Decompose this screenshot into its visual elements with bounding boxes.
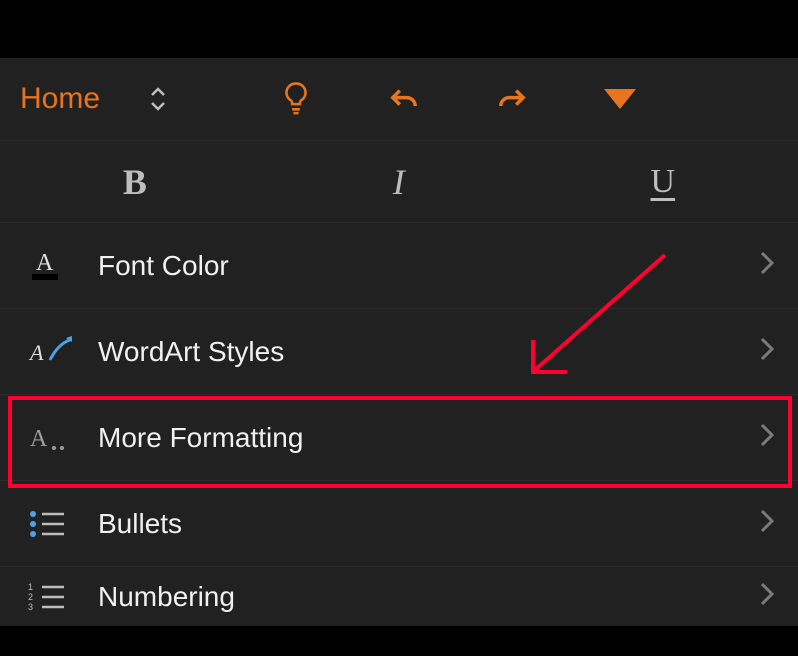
menu-item-label: Numbering <box>98 581 760 613</box>
chevron-right-icon <box>760 582 774 611</box>
redo-icon[interactable] <box>494 81 530 117</box>
chevron-right-icon <box>760 337 774 366</box>
underline-button[interactable]: U <box>651 163 676 201</box>
tab-selector[interactable]: Home <box>20 82 168 116</box>
svg-text:3: 3 <box>28 602 33 612</box>
numbering-item[interactable]: 1 2 3 Numbering <box>0 566 798 626</box>
chevron-right-icon <box>760 423 774 452</box>
home-tab-label: Home <box>20 82 100 116</box>
svg-text:A: A <box>30 426 48 452</box>
more-formatting-icon: A <box>28 418 84 458</box>
svg-text:1: 1 <box>28 582 33 592</box>
lightbulb-icon[interactable] <box>278 81 314 117</box>
collapse-triangle-icon[interactable] <box>602 81 638 117</box>
font-color-item[interactable]: A Font Color <box>0 222 798 308</box>
wordart-icon: A <box>28 332 84 372</box>
more-formatting-item[interactable]: A More Formatting <box>0 394 798 480</box>
undo-icon[interactable] <box>386 81 422 117</box>
numbering-icon: 1 2 3 <box>28 577 84 617</box>
chevron-right-icon <box>760 509 774 538</box>
menu-item-label: Bullets <box>98 508 760 540</box>
expand-collapse-icon <box>148 87 168 111</box>
bullets-item[interactable]: Bullets <box>0 480 798 566</box>
bold-button[interactable]: B <box>123 161 147 203</box>
wordart-styles-item[interactable]: A WordArt Styles <box>0 308 798 394</box>
toolbar-actions <box>278 81 638 117</box>
italic-button[interactable]: I <box>393 161 405 203</box>
main-toolbar: Home <box>0 58 798 140</box>
menu-item-label: More Formatting <box>98 422 760 454</box>
svg-text:A: A <box>36 250 54 276</box>
menu-item-label: WordArt Styles <box>98 336 760 368</box>
font-color-icon: A <box>28 246 84 286</box>
text-format-row: B I U <box>0 140 798 222</box>
svg-text:2: 2 <box>28 592 33 602</box>
bullets-icon <box>28 504 84 544</box>
chevron-right-icon <box>760 251 774 280</box>
status-bar-area <box>0 0 798 58</box>
menu-item-label: Font Color <box>98 250 760 282</box>
svg-text:A: A <box>28 340 44 365</box>
formatting-menu-list: A Font Color A WordArt Styles A <box>0 222 798 626</box>
